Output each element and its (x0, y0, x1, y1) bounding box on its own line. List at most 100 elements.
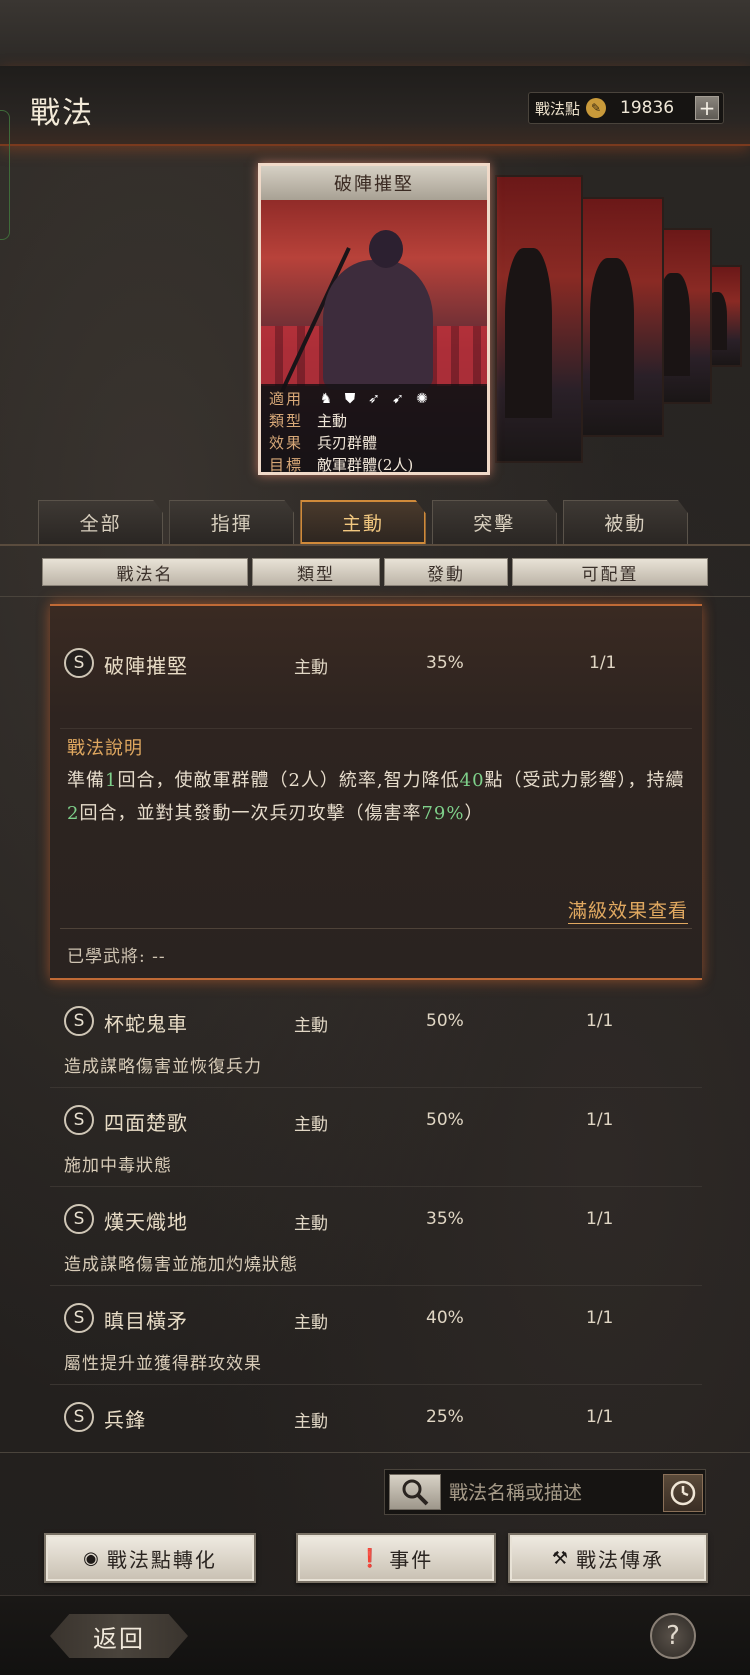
skill-slots: 1/1 (586, 1209, 614, 1229)
convert-points-label: 戰法點轉化 (106, 1547, 217, 1572)
convert-points-button[interactable]: ◉ 戰法點轉化 (44, 1533, 256, 1583)
bow-icon: ➶ (368, 391, 380, 407)
skill-rate: 50% (426, 1110, 464, 1130)
card-effect-label: 效果 (269, 434, 304, 452)
skill-points-label: 戰法點 (535, 99, 581, 118)
skill-rate: 40% (426, 1308, 464, 1328)
skill-name: 杯蛇鬼車 (104, 1012, 188, 1036)
skill-slots: 1/1 (586, 1407, 614, 1427)
skill-rate: 25% (426, 1407, 464, 1427)
skill-name: 兵鋒 (104, 1408, 146, 1432)
skill-slots: 1/1 (589, 653, 617, 673)
tab-passive[interactable]: 被動 (562, 500, 689, 544)
skill-summary: 造成謀略傷害並恢復兵力 (64, 1057, 262, 1077)
expanded-skill-row[interactable]: S 破陣摧堅 主動 35% 1/1 戰法說明 準備1回合，使敵軍群體（2人）統率… (50, 604, 702, 980)
card-target-value: 敵軍群體(2人) (317, 456, 414, 474)
header-divider (0, 596, 750, 597)
inherit-button[interactable]: ⚒ 戰法傳承 (508, 1533, 708, 1583)
alert-icon: ❗ (358, 1547, 384, 1569)
selected-skill-card[interactable]: 破陣摧堅 適用 ♞ ⛊ ➶ ➹ ✺ 類型 主動 效果 兵刃群體 目標 敵軍群體( (258, 163, 490, 475)
card-type-value: 主動 (317, 412, 348, 430)
expanded-separator (60, 728, 692, 729)
skill-name: 四面楚歌 (104, 1111, 188, 1135)
skill-card-back[interactable] (580, 197, 664, 437)
hammer-icon: ⚒ (551, 1547, 571, 1569)
skill-name: 熯天熾地 (104, 1210, 188, 1234)
page-title: 戰法 (30, 96, 94, 131)
skill-rate: 35% (426, 653, 464, 673)
column-header-type[interactable]: 類型 (252, 558, 380, 586)
skill-card-back[interactable] (495, 175, 583, 463)
card-effect-value: 兵刃群體 (317, 434, 378, 452)
grade-badge: S (64, 648, 94, 678)
skill-type: 主動 (294, 1115, 328, 1135)
list-item[interactable]: S 四面楚歌 主動 50% 1/1 施加中毒狀態 (50, 1091, 702, 1187)
skill-description: 準備1回合，使敵軍群體（2人）統率,智力降低40點（受武力影響），持續2回合，並… (67, 770, 685, 824)
list-item[interactable]: S 熯天熾地 主動 35% 1/1 造成謀略傷害並施加灼燒狀態 (50, 1190, 702, 1286)
skill-name: 破陣摧堅 (104, 654, 188, 678)
column-header-rate[interactable]: 發動 (384, 558, 508, 586)
shield-icon: ⛊ (344, 391, 356, 407)
cavalry-icon: ♞ (319, 391, 333, 407)
list-item[interactable]: S 兵鋒 主動 25% 1/1 (50, 1388, 702, 1452)
history-button[interactable] (663, 1474, 703, 1512)
skill-points-icon: ✎ (586, 98, 607, 118)
card-target-label: 目標 (269, 456, 304, 474)
spear-icon: ➹ (392, 391, 404, 407)
expanded-row-header: S 破陣摧堅 主動 35% 1/1 (50, 648, 702, 698)
skill-summary: 造成謀略傷害並施加灼燒狀態 (64, 1255, 298, 1275)
event-label: 事件 (389, 1547, 434, 1572)
skill-summary: 施加中毒狀態 (64, 1156, 172, 1176)
card-type-label: 類型 (269, 412, 304, 430)
tab-all[interactable]: 全部 (38, 500, 164, 544)
list-item[interactable]: S 杯蛇鬼車 主動 50% 1/1 造成謀略傷害並恢復兵力 (50, 992, 702, 1088)
card-artwork (261, 200, 487, 403)
learned-generals: 已學武將: -- (67, 947, 166, 967)
inherit-label: 戰法傳承 (576, 1547, 665, 1572)
column-header-name[interactable]: 戰法名 (42, 558, 248, 586)
skill-points-display: 戰法點 ✎ 19836 + (528, 92, 724, 124)
column-header-slots[interactable]: 可配置 (512, 558, 708, 586)
tab-command[interactable]: 指揮 (169, 500, 295, 544)
search-bar (384, 1469, 706, 1515)
skill-type: 主動 (294, 1016, 328, 1036)
skill-type: 主動 (294, 1412, 328, 1432)
grade-badge: S (64, 1006, 94, 1036)
tab-active[interactable]: 主動 (300, 500, 426, 544)
skill-type: 主動 (294, 1313, 328, 1333)
help-button[interactable]: ? (650, 1613, 696, 1659)
skill-rate: 50% (426, 1011, 464, 1031)
siege-icon: ✺ (416, 391, 428, 407)
troop-type-icons: ♞ ⛊ ➶ ➹ ✺ (317, 388, 431, 410)
grade-badge: S (64, 1105, 94, 1135)
skill-type: 主動 (294, 1214, 328, 1234)
skill-name: 瞋目橫矛 (104, 1309, 188, 1333)
event-button[interactable]: ❗ 事件 (296, 1533, 496, 1583)
skill-slots: 1/1 (586, 1308, 614, 1328)
list-bottom-divider (0, 1452, 750, 1453)
skill-slots: 1/1 (586, 1110, 614, 1130)
card-info-panel: 適用 ♞ ⛊ ➶ ➹ ✺ 類型 主動 效果 兵刃群體 目標 敵軍群體(2人) (261, 384, 487, 474)
skill-summary: 屬性提升並獲得群攻效果 (64, 1354, 262, 1374)
skill-rate: 35% (426, 1209, 464, 1229)
grade-badge: S (64, 1303, 94, 1333)
list-item[interactable]: S 瞋目橫矛 主動 40% 1/1 屬性提升並獲得群攻效果 (50, 1289, 702, 1385)
add-points-button[interactable]: + (695, 96, 719, 120)
tab-divider (0, 544, 750, 546)
skill-type: 主動 (294, 658, 328, 678)
grade-badge: S (64, 1204, 94, 1234)
search-input[interactable] (449, 1476, 649, 1510)
full-effect-link[interactable]: 滿級效果查看 (567, 896, 688, 924)
skill-slots: 1/1 (586, 1011, 614, 1031)
card-title: 破陣摧堅 (261, 166, 487, 200)
search-icon (402, 1479, 429, 1506)
category-tabs: 全部 指揮 主動 突擊 被動 (38, 500, 689, 544)
grade-badge: S (64, 1402, 94, 1432)
search-button[interactable] (389, 1474, 441, 1510)
top-decoration (0, 0, 750, 66)
skill-description-title: 戰法說明 (67, 738, 143, 759)
tab-assault[interactable]: 突擊 (431, 500, 557, 544)
side-tab-accent (0, 110, 10, 240)
clock-icon (670, 1480, 696, 1506)
back-button[interactable]: 返回 (50, 1614, 188, 1658)
